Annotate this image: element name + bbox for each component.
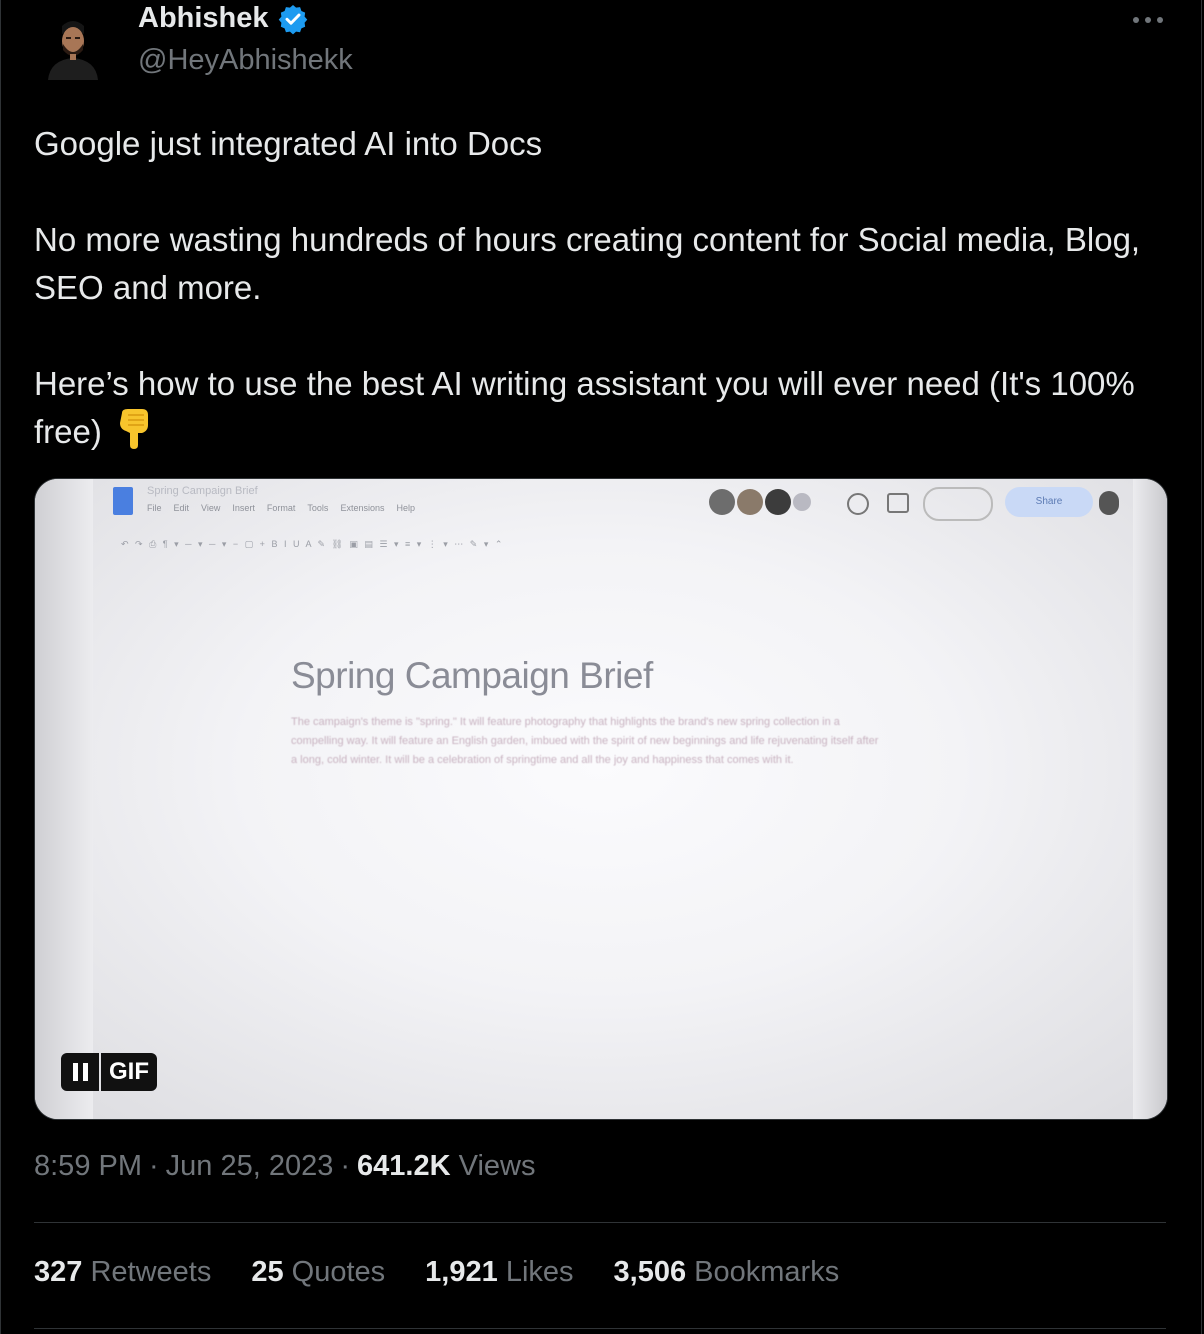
verified-badge-icon: [277, 3, 309, 35]
gif-frame: Spring Campaign Brief File Edit View Ins…: [35, 479, 1167, 1119]
retweets-stat[interactable]: 327 Retweets: [34, 1256, 211, 1289]
doc-menu-item: Format: [266, 503, 296, 513]
likes-label: Likes: [505, 1256, 574, 1288]
bookmarks-stat[interactable]: 3,506 Bookmarks: [614, 1256, 840, 1289]
views-count: 641.2K: [357, 1150, 451, 1182]
views-label: Views: [458, 1150, 536, 1182]
engagement-stats: 327 Retweets 25 Quotes 1,921 Likes 3,506…: [34, 1256, 839, 1289]
display-name[interactable]: Abhishek: [138, 2, 269, 35]
divider-top: [34, 1222, 1166, 1223]
likes-count: 1,921: [425, 1256, 498, 1288]
doc-heading: Spring Campaign Brief: [291, 655, 653, 696]
doc-menu-item: View: [201, 503, 221, 513]
doc-body: The campaign's theme is "spring." It wil…: [291, 716, 879, 766]
pointing-down-emoji: [116, 409, 150, 462]
avatar[interactable]: [44, 14, 102, 80]
tweet-line-2: No more wasting hundreds of hours creati…: [34, 221, 1141, 306]
tweet-line-3-text: Here’s how to use the best AI writing as…: [34, 365, 1135, 450]
retweets-label: Retweets: [90, 1256, 212, 1288]
doc-menu-item: Extensions: [340, 503, 385, 513]
bookmarks-count: 3,506: [613, 1256, 687, 1288]
comment-icon: [887, 493, 909, 513]
gif-controls: GIF: [61, 1053, 157, 1091]
doc-menu-item: Insert: [232, 503, 255, 513]
doc-menu-item: Help: [396, 503, 415, 513]
profile-icon: [1099, 491, 1119, 515]
doc-menu: File Edit View Insert Format Tools Exten…: [147, 503, 415, 513]
share-button: Share: [1005, 487, 1093, 517]
pause-icon[interactable]: [61, 1053, 99, 1091]
quotes-stat[interactable]: 25 Quotes: [251, 1256, 385, 1289]
gif-badge: GIF: [101, 1053, 157, 1091]
doc-menu-item: Tools: [307, 503, 329, 513]
history-icon: [847, 493, 869, 515]
tweet-meta: 8:59 PM · Jun 25, 2023 · 641.2K Views: [34, 1150, 536, 1182]
doc-menu-item: File: [147, 503, 162, 513]
tweet-line-3: Here’s how to use the best AI writing as…: [34, 360, 1154, 462]
quotes-count: 25: [251, 1256, 284, 1288]
meet-icon: [923, 487, 993, 521]
gif-media[interactable]: Spring Campaign Brief File Edit View Ins…: [34, 478, 1168, 1120]
doc-left-margin: [35, 479, 93, 1119]
doc-right-margin: [1133, 479, 1167, 1119]
retweets-count: 327: [34, 1256, 83, 1288]
doc-menu-item: Edit: [173, 503, 190, 513]
quotes-label: Quotes: [291, 1256, 386, 1288]
handle[interactable]: @HeyAbhishekk: [138, 44, 353, 77]
more-options-icon[interactable]: [1130, 8, 1166, 32]
likes-stat[interactable]: 1,921 Likes: [425, 1256, 573, 1289]
bookmarks-label: Bookmarks: [694, 1256, 840, 1288]
divider-bottom: [34, 1328, 1166, 1329]
tweet-time[interactable]: 8:59 PM: [34, 1150, 142, 1182]
tweet-text: Google just integrated AI into Docs No m…: [34, 120, 1154, 462]
tweet-date[interactable]: Jun 25, 2023: [166, 1150, 334, 1182]
tweet-line-1: Google just integrated AI into Docs: [34, 125, 543, 162]
docs-logo-icon: [113, 487, 133, 515]
doc-toolbar: ↶ ↷ ⎙ ¶ ▾ ─ ▾ ─ ▾ − ▢ + B I U A ✎ ⛓ ▣ ▤ …: [121, 539, 505, 549]
doc-title-small: Spring Campaign Brief: [147, 485, 258, 497]
doc-collaborators: [709, 489, 811, 515]
